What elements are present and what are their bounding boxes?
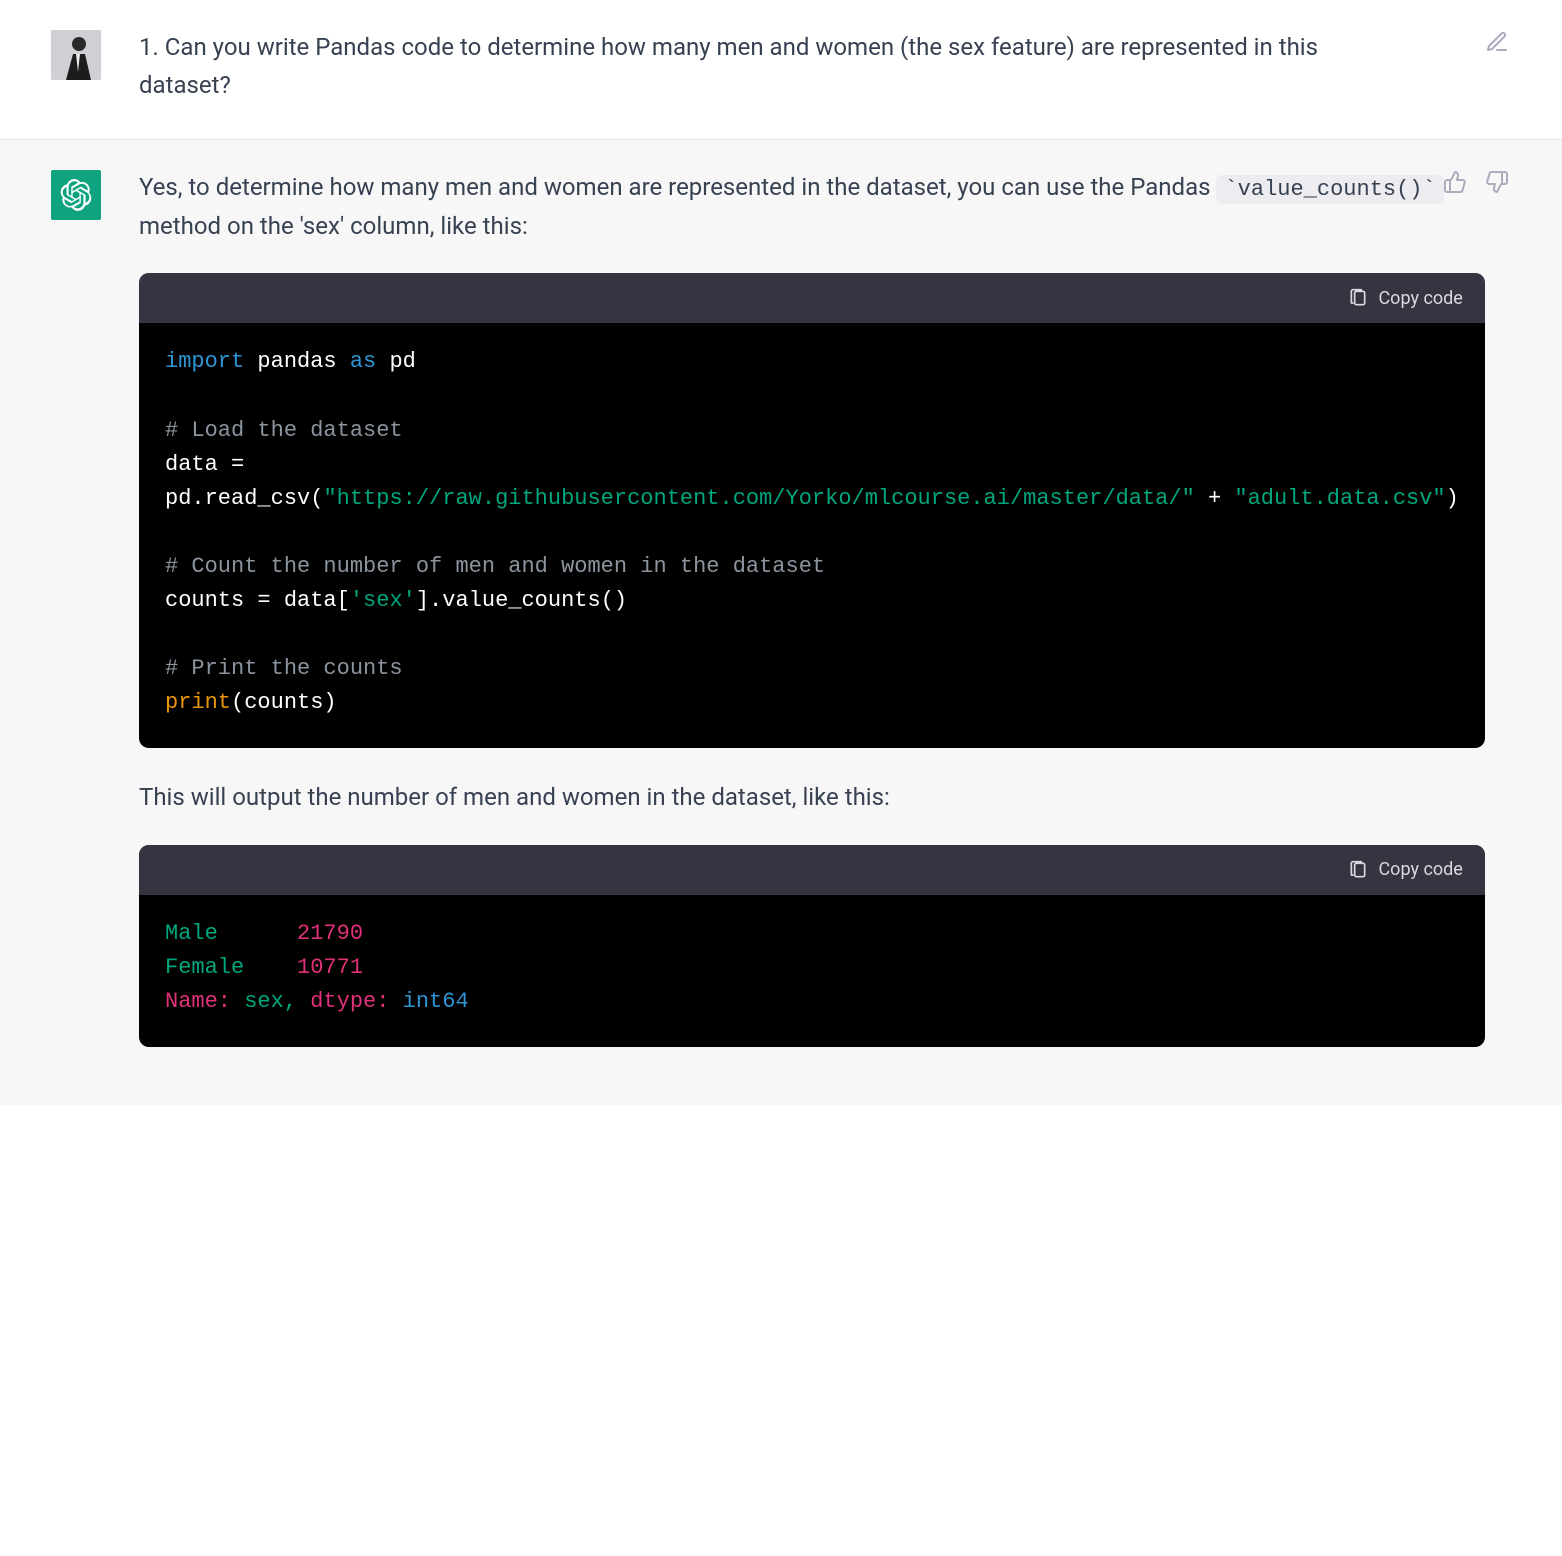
thumbs-up-icon[interactable]	[1441, 168, 1469, 196]
assistant-intro-suffix: method on the 'sex' column, like this:	[139, 212, 528, 240]
assistant-intro-line: Yes, to determine how many men and women…	[139, 168, 1485, 246]
edit-icon[interactable]	[1483, 28, 1511, 56]
inline-code-value-counts: `value_counts()`	[1216, 175, 1443, 204]
user-avatar	[51, 30, 101, 80]
user-message-text: 1. Can you write Pandas code to determin…	[139, 28, 1401, 105]
assistant-message-inner: Yes, to determine how many men and women…	[21, 168, 1541, 1077]
assistant-outro-line: This will output the number of men and w…	[139, 778, 1485, 816]
assistant-message-actions	[1441, 168, 1511, 196]
openai-logo-icon	[60, 179, 92, 211]
thumbs-down-icon[interactable]	[1483, 168, 1511, 196]
assistant-message-row: Yes, to determine how many men and women…	[0, 140, 1562, 1105]
copy-code-label: Copy code	[1378, 288, 1462, 309]
code-body-output: Male 21790 Female 10771 Name: sex, dtype…	[139, 895, 1485, 1047]
code-block-output: Copy code Male 21790 Female 10771 Name: …	[139, 845, 1485, 1047]
copy-code-button[interactable]: Copy code	[1348, 287, 1462, 309]
code-block-python: Copy code import pandas as pd # Load the…	[139, 273, 1485, 748]
assistant-avatar	[51, 170, 101, 220]
clipboard-icon	[1348, 859, 1368, 881]
user-message-content: 1. Can you write Pandas code to determin…	[139, 28, 1511, 111]
code-block-header-output: Copy code	[139, 845, 1485, 895]
code-body-python: import pandas as pd # Load the dataset d…	[139, 323, 1485, 748]
assistant-intro-prefix: Yes, to determine how many men and women…	[139, 173, 1216, 201]
copy-code-label-output: Copy code	[1378, 859, 1462, 880]
assistant-message-content: Yes, to determine how many men and women…	[139, 168, 1562, 1077]
copy-code-button-output[interactable]: Copy code	[1348, 859, 1462, 881]
user-avatar-icon	[51, 30, 101, 80]
code-block-header: Copy code	[139, 273, 1485, 323]
clipboard-icon	[1348, 287, 1368, 309]
user-message-inner: 1. Can you write Pandas code to determin…	[21, 28, 1541, 111]
user-message-row: 1. Can you write Pandas code to determin…	[0, 0, 1562, 140]
user-message-actions	[1483, 28, 1511, 56]
